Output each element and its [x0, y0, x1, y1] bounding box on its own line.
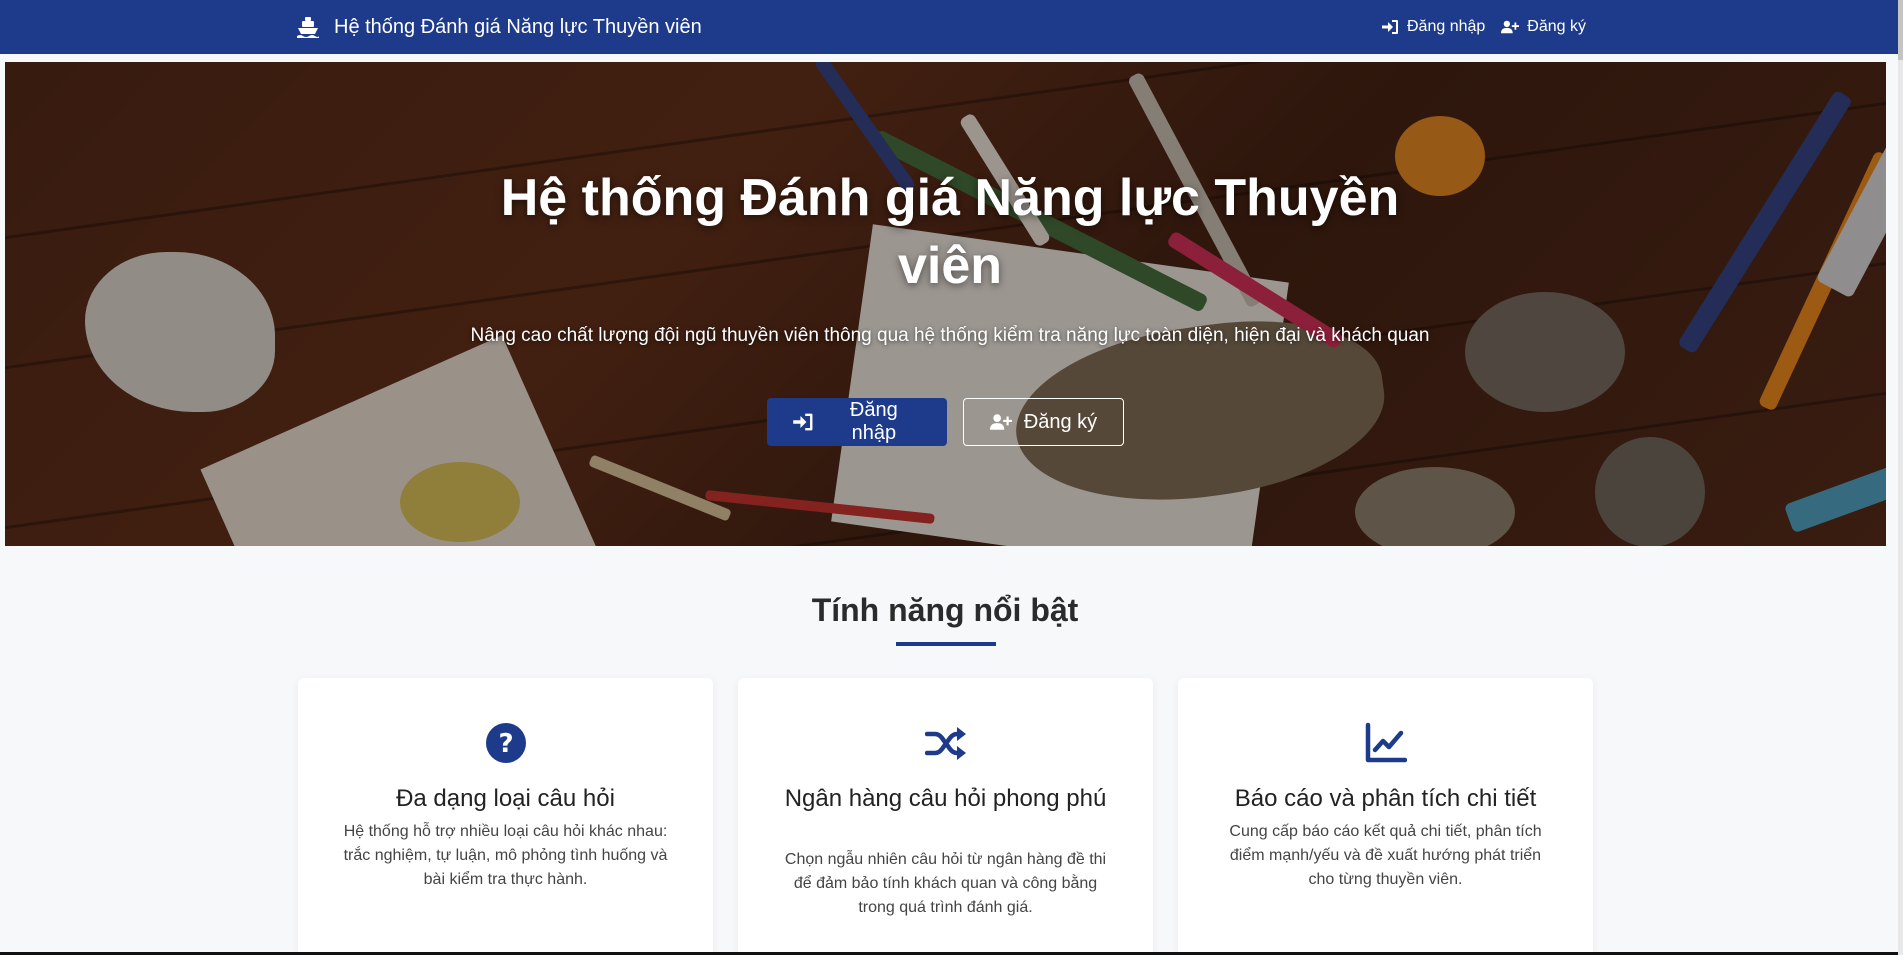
- user-plus-icon: [989, 414, 1012, 430]
- hero-login-button[interactable]: Đăng nhập: [767, 398, 947, 446]
- brand-title: Hệ thống Đánh giá Năng lực Thuyền viên: [334, 15, 702, 38]
- hero-register-button[interactable]: Đăng ký: [963, 398, 1124, 446]
- feature-card: Ngân hàng câu hỏi phong phú Chọn ngẫu nh…: [738, 678, 1153, 955]
- nav-register-label: Đăng ký: [1527, 18, 1586, 35]
- features-title-underline: [896, 642, 996, 646]
- feature-card-title: Báo cáo và phân tích chi tiết: [1234, 785, 1537, 812]
- user-plus-icon: [1501, 20, 1520, 34]
- feature-card-description: Chọn ngẫu nhiên câu hỏi từ ngân hàng đề …: [784, 851, 1107, 916]
- hero-section: Hệ thống Đánh giá Năng lực Thuyền viên N…: [5, 62, 1886, 546]
- feature-card-description: Cung cấp báo cáo kết quả chi tiết, phân …: [1229, 823, 1542, 888]
- scrollbar-thumb[interactable]: [1898, 0, 1903, 60]
- nav-register-link[interactable]: Đăng ký: [1501, 18, 1586, 36]
- feature-card: ? Đa dạng loại câu hỏi Hệ thống hỗ trợ n…: [298, 678, 713, 955]
- feature-card-description: Hệ thống hỗ trợ nhiều loại câu hỏi khác …: [343, 823, 668, 888]
- vertical-scrollbar[interactable]: [1898, 0, 1903, 955]
- hero-subtitle: Nâng cao chất lượng đội ngũ thuyền viên …: [470, 325, 1430, 346]
- hero-register-label: Đăng ký: [1023, 410, 1098, 433]
- sign-in-icon: [1382, 20, 1398, 34]
- features-cards: ? Đa dạng loại câu hỏi Hệ thống hỗ trợ n…: [298, 678, 1593, 955]
- question-circle-icon: ?: [485, 723, 526, 763]
- nav-login-label: Đăng nhập: [1407, 18, 1486, 35]
- top-navbar: Hệ thống Đánh giá Năng lực Thuyền viên Đ…: [0, 0, 1898, 54]
- chart-line-icon: [1365, 722, 1407, 763]
- hero-login-label: Đăng nhập: [849, 399, 898, 444]
- hero-content: Hệ thống Đánh giá Năng lực Thuyền viên N…: [5, 62, 1886, 546]
- shuffle-icon: [924, 727, 966, 760]
- features-title: Tính năng nổi bật: [811, 592, 1079, 628]
- feature-card-title: Ngân hàng câu hỏi phong phú: [784, 785, 1107, 812]
- brand-link[interactable]: Hệ thống Đánh giá Năng lực Thuyền viên: [296, 0, 702, 54]
- feature-card: Báo cáo và phân tích chi tiết Cung cấp b…: [1178, 678, 1593, 955]
- hero-buttons: Đăng nhập Đăng ký: [5, 398, 1886, 446]
- hero-title: Hệ thống Đánh giá Năng lực Thuyền viên: [500, 169, 1400, 295]
- sign-in-icon: [793, 413, 813, 431]
- ship-icon: [297, 17, 319, 38]
- nav-links: Đăng nhập Đăng ký: [1381, 0, 1586, 54]
- nav-login-link[interactable]: Đăng nhập: [1381, 18, 1485, 36]
- feature-card-title: Đa dạng loại câu hỏi: [396, 785, 615, 812]
- svg-text:?: ?: [498, 729, 513, 759]
